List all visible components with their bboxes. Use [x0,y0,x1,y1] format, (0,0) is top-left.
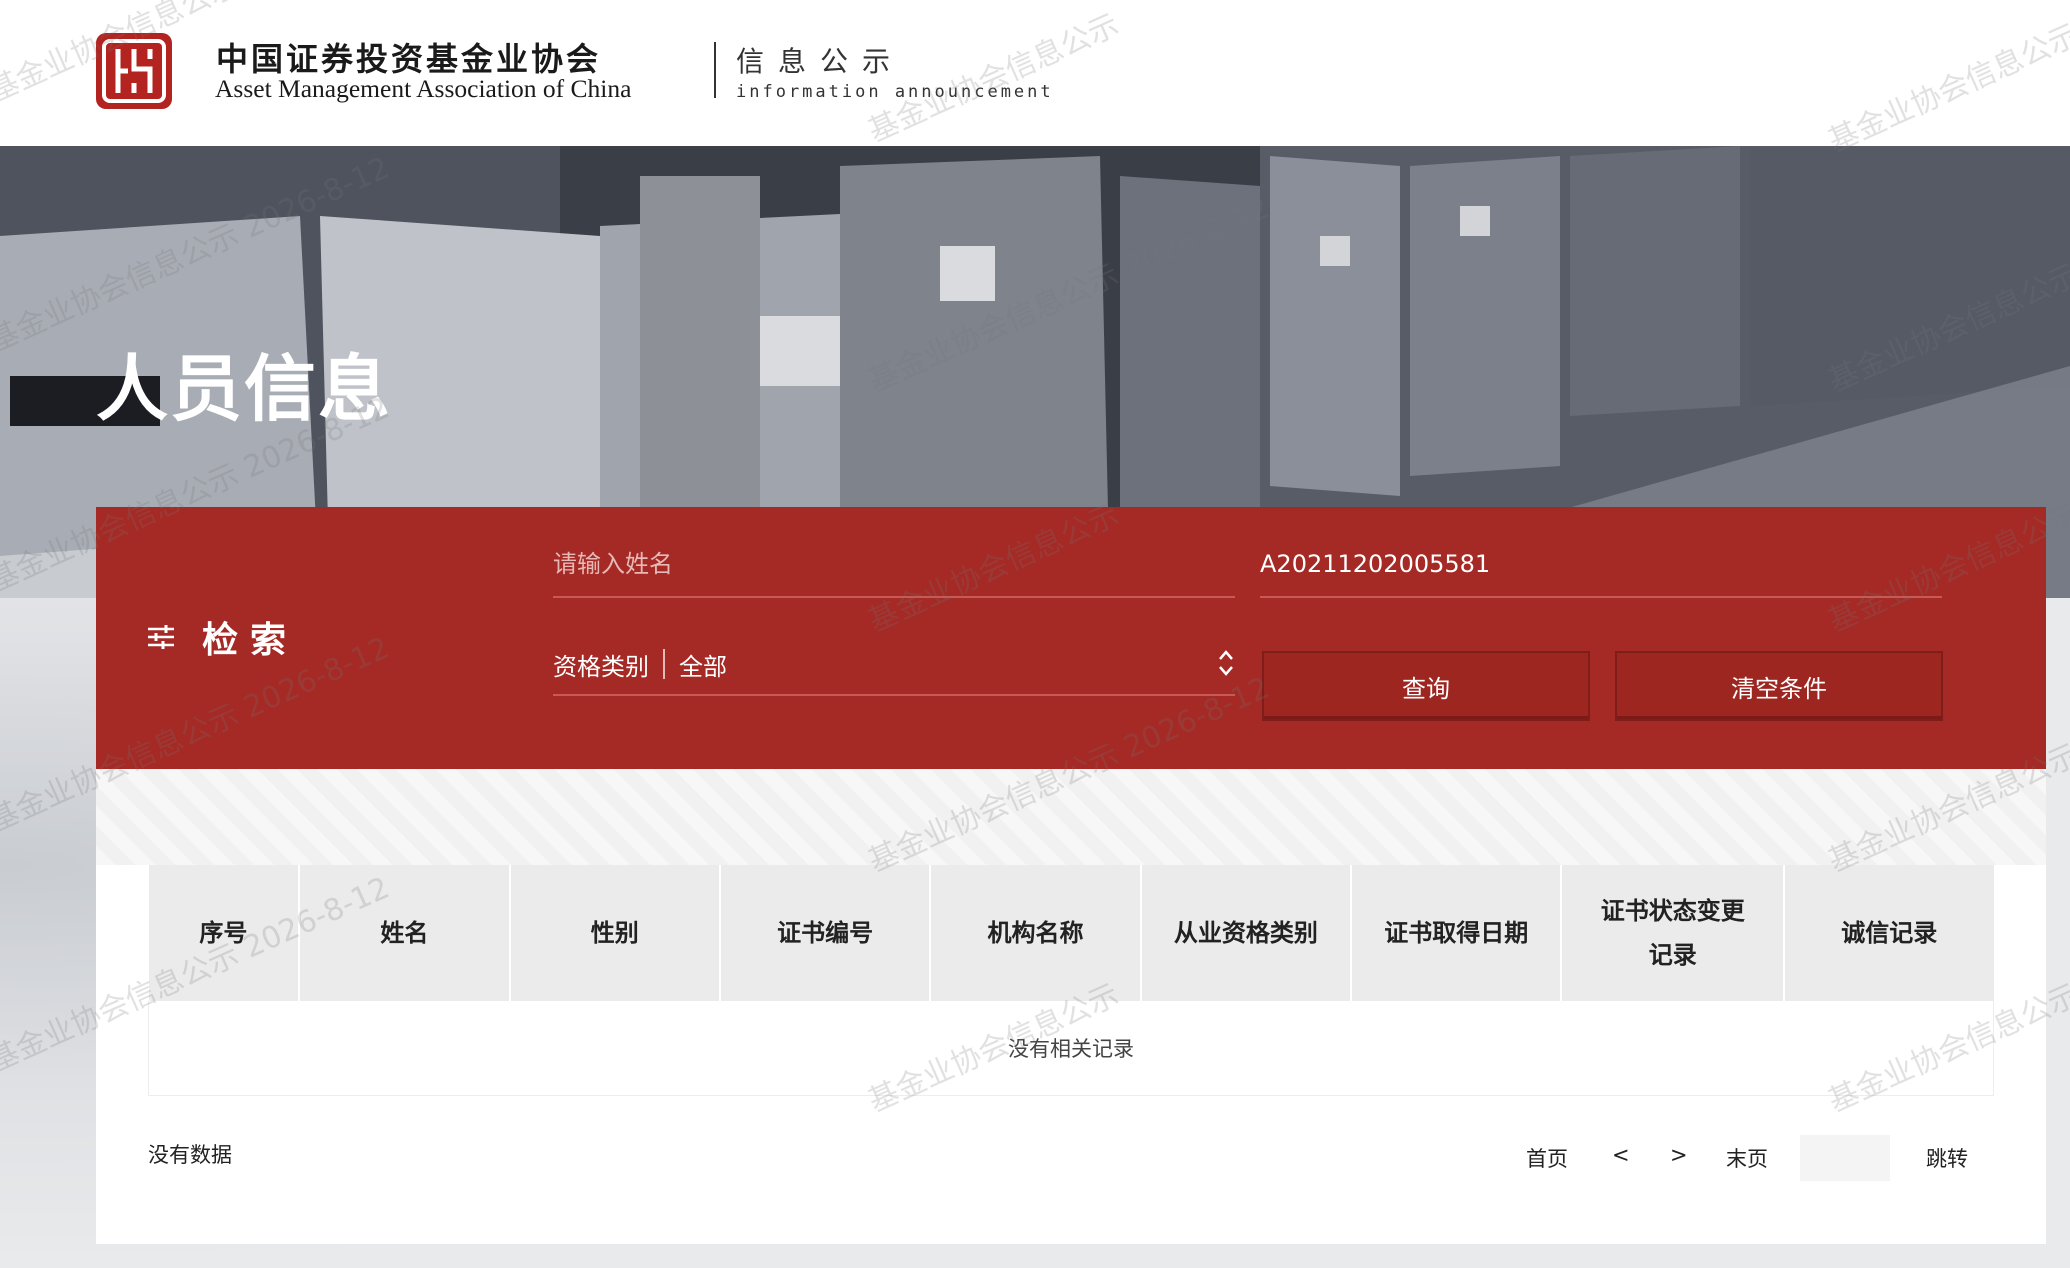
search-heading-label: 检索 [202,620,299,661]
search-panel: 检索 资格类别 全部 查询 清空条件 [96,507,2046,769]
col-qualification[interactable]: 从业资格类别 [1140,865,1353,1001]
col-org-name[interactable]: 机构名称 [930,865,1142,1001]
card-top-strip [96,769,2046,865]
site-header: 中国证券投资基金业协会 Asset Management Association… [0,0,2070,146]
col-integrity[interactable]: 诚信记录 [1784,865,1994,1001]
search-heading: 检索 [146,611,298,663]
qualification-value: 全部 [679,652,727,681]
page-number-input[interactable] [1800,1135,1890,1181]
cert-number-input[interactable] [1260,536,1942,592]
results-card: 序号 姓名 性别 证书编号 机构名称 从业资格类别 证书取得日期 证书状态变更记… [96,769,2046,1244]
last-page-link[interactable]: 末页 [1726,1143,1768,1173]
col-index[interactable]: 序号 [148,865,301,1001]
qualification-select[interactable]: 资格类别 全部 [553,634,1235,696]
section-title-en: information announcement [736,82,1054,102]
section-title-cn: 信息公示 [736,45,905,78]
col-cert-date[interactable]: 证书取得日期 [1351,865,1563,1001]
jump-button[interactable]: 跳转 [1926,1143,1968,1173]
page-title: 人员信息 [96,347,393,431]
amac-logo-icon [96,33,172,109]
query-button[interactable]: 查询 [1262,651,1590,721]
col-status-history[interactable]: 证书状态变更记录 [1561,865,1786,1001]
next-page-link[interactable]: > [1670,1143,1688,1167]
clear-conditions-button[interactable]: 清空条件 [1615,651,1943,721]
results-table: 序号 姓名 性别 证书编号 机构名称 从业资格类别 证书取得日期 证书状态变更记… [148,865,1994,1096]
first-page-link[interactable]: 首页 [1526,1143,1568,1173]
col-name[interactable]: 姓名 [299,865,511,1001]
table-header-row: 序号 姓名 性别 证书编号 机构名称 从业资格类别 证书取得日期 证书状态变更记… [148,865,1994,1001]
org-name-en: Asset Management Association of China [215,74,632,103]
qualification-divider [663,649,665,679]
name-field [553,536,1235,598]
select-arrows-icon [1219,650,1233,676]
data-status: 没有数据 [148,1143,232,1167]
qualification-label: 资格类别 [553,652,649,681]
cert-number-field [1260,536,1942,598]
prev-page-link[interactable]: < [1612,1143,1630,1167]
filter-sliders-icon [148,625,174,649]
empty-message: 没有相关记录 [148,1001,1994,1096]
col-cert-number[interactable]: 证书编号 [719,865,932,1001]
col-status-history-label: 证书状态变更记录 [1600,897,1745,969]
name-input[interactable] [553,536,1235,592]
header-divider [714,42,716,98]
table-row: 没有相关记录 [148,1001,1994,1096]
col-gender[interactable]: 性别 [509,865,721,1001]
